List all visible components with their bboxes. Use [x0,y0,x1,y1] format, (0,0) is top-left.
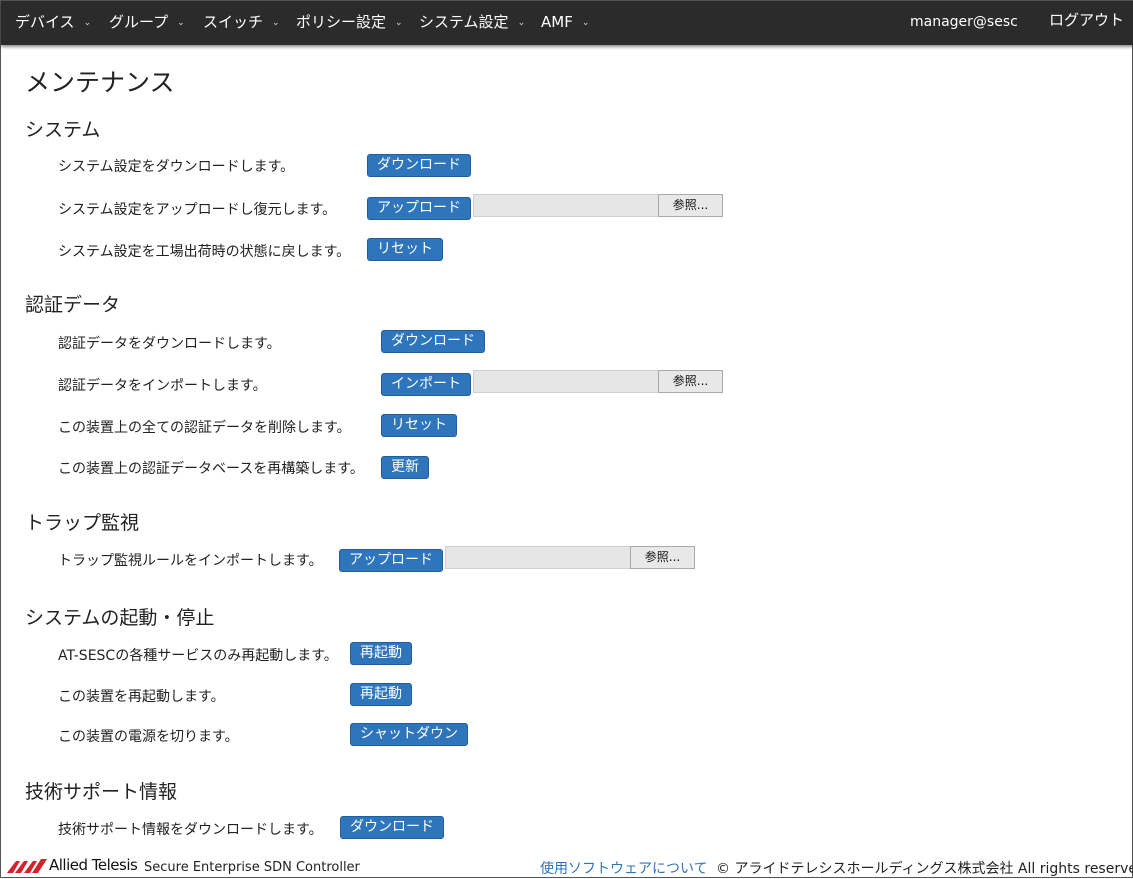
row-label-import-auth: 認証データをインポートします。 [58,378,267,394]
nav-menu-system-settings[interactable]: システム設定 ⌄ [419,1,525,45]
upload-trap-rules-button[interactable]: アップロード [339,549,443,572]
row-label-factory-reset: システム設定を工場出荷時の状態に戻します。 [58,244,351,260]
download-auth-button[interactable]: ダウンロード [381,330,485,353]
rebuild-auth-db-button[interactable]: 更新 [381,456,429,479]
row-label-import-trap-rules: トラップ監視ルールをインポートします。 [58,553,323,569]
factory-reset-button[interactable]: リセット [367,238,443,261]
row-label-rebuild-auth-db: この装置上の認証データベースを再構築します。 [58,461,364,477]
product-name: Secure Enterprise SDN Controller [144,860,360,875]
reset-auth-button[interactable]: リセット [381,414,457,437]
trap-rules-browse-button[interactable]: 参照... [630,546,695,569]
section-title-trap-monitoring: トラップ監視 [25,512,140,534]
section-title-auth-data: 認証データ [25,294,121,316]
page-title: メンテナンス [25,68,175,97]
current-user: manager@sesc [910,14,1018,30]
trap-rules-file-input[interactable] [445,546,631,569]
config-file-input[interactable] [473,194,659,217]
row-label-download-config: システム設定をダウンロードします。 [58,159,295,175]
reboot-device-button[interactable]: 再起動 [350,683,412,706]
allied-telesis-logo-icon [7,859,47,873]
chevron-down-icon: ⌄ [517,18,526,28]
nav-menu-devices[interactable]: デバイス ⌄ [15,1,91,45]
chevron-down-icon: ⌄ [83,18,92,28]
row-label-restart-services: AT-SESCの各種サービスのみ再起動します。 [58,648,338,664]
nav-menu-policy-settings[interactable]: ポリシー設定 ⌄ [296,1,403,45]
chevron-down-icon: ⌄ [581,18,590,28]
shutdown-button[interactable]: シャットダウン [350,723,468,746]
chevron-down-icon: ⌄ [177,18,185,28]
import-auth-button[interactable]: インポート [381,373,471,396]
section-title-system: システム [25,119,101,141]
download-tech-support-button[interactable]: ダウンロード [340,816,444,839]
footer: Allied Telesis Secure Enterprise SDN Con… [1,853,1133,879]
logout-link[interactable]: ログアウト [1049,1,1124,45]
row-label-reset-auth: この装置上の全ての認証データを削除します。 [58,420,351,436]
row-label-shutdown-device: この装置の電源を切ります。 [58,729,239,745]
restart-services-button[interactable]: 再起動 [350,642,412,665]
nav-menu-amf[interactable]: AMF ⌄ [541,1,589,45]
nav-menu-groups[interactable]: グループ ⌄ [109,1,185,45]
logo-text: Allied Telesis [49,856,138,874]
top-navbar: デバイス ⌄ グループ ⌄ スイッチ ⌄ ポリシー設定 ⌄ システム設定 ⌄ AMF ⌄ m… [1,1,1133,45]
download-config-button[interactable]: ダウンロード [367,154,471,177]
software-info-link[interactable]: 使用ソフトウェアについて [540,858,708,878]
row-label-reboot-device: この装置を再起動します。 [58,689,225,705]
chevron-down-icon: ⌄ [272,18,280,28]
row-label-download-auth: 認証データをダウンロードします。 [58,336,281,352]
upload-config-button[interactable]: アップロード [367,197,471,220]
nav-menu-switches[interactable]: スイッチ ⌄ [203,1,280,45]
chevron-down-icon: ⌄ [395,18,403,28]
copyright: © アライドテレシスホールディングス株式会社 All rights reserv… [716,861,1133,877]
row-label-download-tech-support: 技術サポート情報をダウンロードします。 [58,822,323,838]
section-title-tech-support: 技術サポート情報 [25,781,178,803]
auth-browse-button[interactable]: 参照... [658,370,723,393]
auth-file-input[interactable] [473,370,659,393]
row-label-upload-config: システム設定をアップロードし復元します。 [58,202,337,218]
config-browse-button[interactable]: 参照... [658,194,723,217]
section-title-system-power: システムの起動・停止 [25,607,215,629]
